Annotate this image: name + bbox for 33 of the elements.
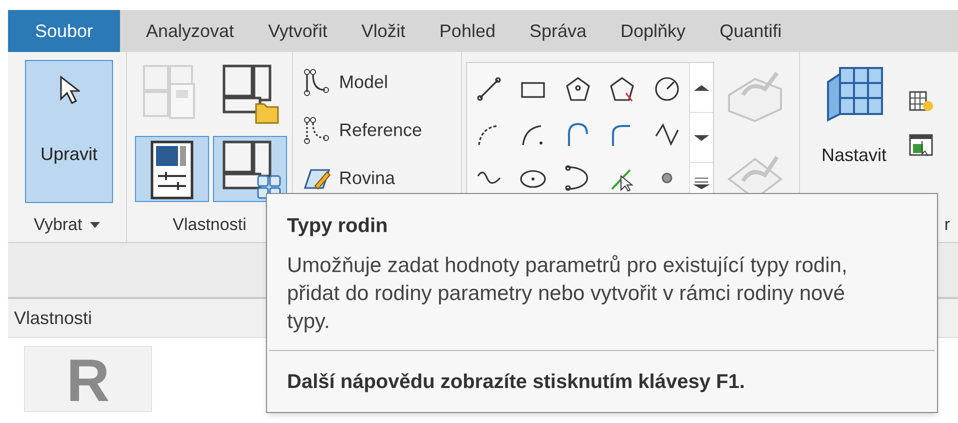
tooltip-title: Typy rodin [287, 214, 388, 238]
pentagon-icon [564, 75, 592, 103]
panel-label: Vlastnosti [172, 214, 246, 236]
caret-icon [90, 222, 100, 228]
panel-label: r [944, 214, 950, 236]
circle-icon [652, 75, 681, 103]
model-line-icon [303, 68, 331, 96]
datum-tool-button[interactable]: Reference [303, 112, 422, 148]
ribbon-tab[interactable]: Quantifi [708, 10, 794, 52]
file-menu-button[interactable]: Soubor [8, 10, 120, 52]
window-cursor-icon [908, 132, 934, 158]
reference-line-icon [303, 116, 331, 144]
pentagon-icon [608, 75, 636, 103]
family-properties-button[interactable] [135, 136, 209, 202]
ribbon-tab[interactable]: Doplňky [608, 10, 698, 52]
point-icon [660, 172, 673, 184]
ribbon-tab[interactable]: Analyzovat [134, 10, 246, 52]
ribbon-tab[interactable]: Správa [517, 10, 599, 52]
select-dropdown[interactable]: Vybrat [34, 212, 100, 238]
type-logo: R [24, 346, 152, 412]
line-icon [475, 75, 503, 103]
family-types-button[interactable] [213, 136, 287, 202]
datum-tool-button[interactable]: Model [303, 64, 422, 100]
ribbon-tab[interactable]: Vložit [349, 10, 418, 52]
scroll-down-button[interactable] [690, 113, 713, 163]
cursor-icon [58, 75, 80, 105]
modify-button[interactable]: Upravit [25, 60, 113, 203]
work-plane-set-button[interactable]: Nastavit [810, 64, 898, 169]
ribbon-tab[interactable]: Vytvořit [256, 10, 340, 52]
tooltip-help-hint: Další nápovědu zobrazíte stisknutím klávesy F1. [287, 370, 745, 395]
scroll-up-button[interactable] [690, 63, 713, 113]
viewer-button[interactable] [908, 132, 934, 158]
ribbon-tab[interactable]: Pohled [427, 10, 508, 52]
